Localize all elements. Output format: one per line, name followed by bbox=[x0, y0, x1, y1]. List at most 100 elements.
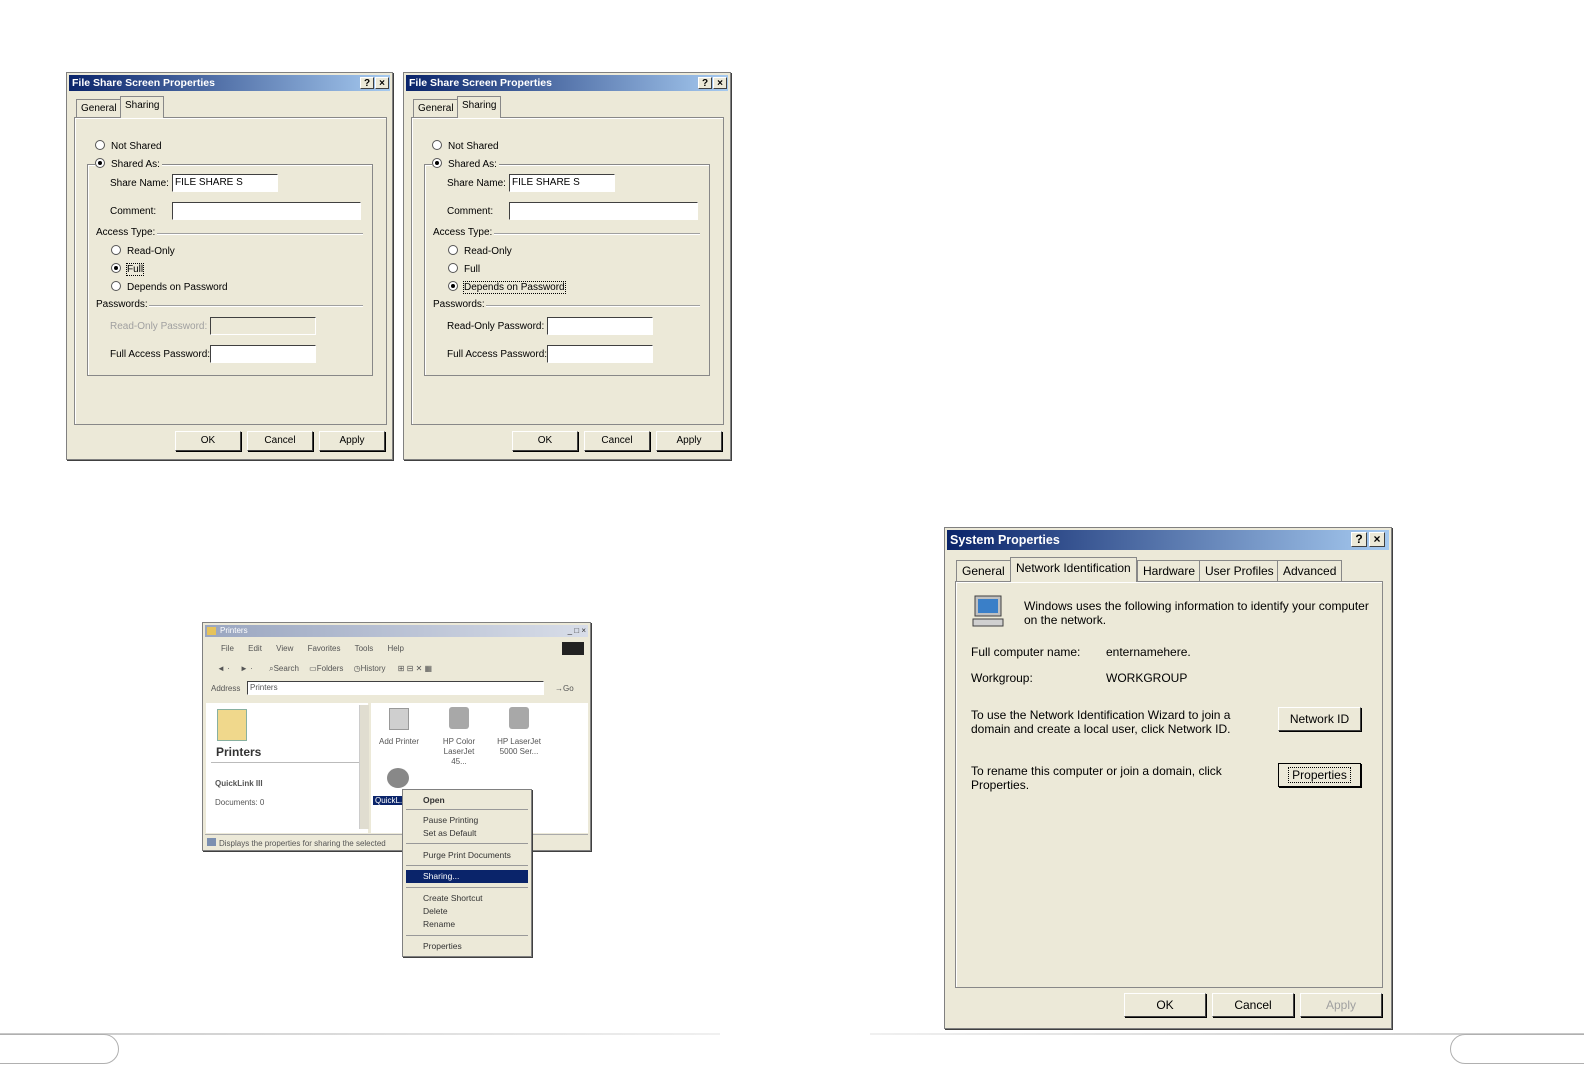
footer-tab-left bbox=[0, 1034, 119, 1064]
tab-general[interactable]: General bbox=[956, 560, 1011, 581]
menu-item-shortcut[interactable]: Create Shortcut bbox=[423, 893, 483, 903]
network-id-button[interactable]: Network ID bbox=[1278, 707, 1361, 731]
tab-advanced[interactable]: Advanced bbox=[1277, 560, 1343, 581]
share-name-label: Share Name: bbox=[110, 178, 169, 189]
read-only-radio[interactable]: Read-Only bbox=[111, 245, 175, 257]
share-name-input[interactable]: FILE SHARE S bbox=[509, 174, 615, 192]
radio-icon bbox=[111, 263, 121, 273]
full-radio[interactable]: Full bbox=[111, 263, 145, 276]
help-button[interactable]: ? bbox=[360, 77, 374, 89]
menu-item-purge[interactable]: Purge Print Documents bbox=[423, 850, 511, 860]
passwords-divider bbox=[149, 305, 363, 307]
cancel-button[interactable]: Cancel bbox=[1212, 993, 1294, 1017]
full-password-input[interactable] bbox=[547, 345, 653, 363]
radio-icon bbox=[95, 158, 105, 168]
depends-radio[interactable]: Depends on Password bbox=[111, 281, 228, 293]
menu-item-pause[interactable]: Pause Printing bbox=[423, 815, 478, 825]
icon-label-hp-color: HP Color LaserJet 45... bbox=[442, 737, 476, 766]
toolbar-extra-icons[interactable]: ⊞ ⊟ ✕ ▦ bbox=[398, 664, 432, 673]
ok-button[interactable]: OK bbox=[1124, 993, 1206, 1017]
properties-button[interactable]: Properties bbox=[1278, 763, 1361, 787]
go-label: Go bbox=[563, 684, 574, 693]
depends-radio[interactable]: Depends on Password bbox=[448, 281, 566, 294]
comment-input[interactable] bbox=[509, 202, 698, 220]
cancel-button[interactable]: Cancel bbox=[247, 431, 313, 451]
menu-bar: File Edit View Favorites Tools Help bbox=[221, 644, 416, 653]
share-name-input[interactable]: FILE SHARE S bbox=[172, 174, 278, 192]
ok-button[interactable]: OK bbox=[175, 431, 241, 451]
tab-sharing[interactable]: Sharing bbox=[120, 96, 165, 118]
menu-separator bbox=[406, 865, 528, 866]
windows-logo-icon bbox=[562, 642, 584, 655]
comment-input[interactable] bbox=[172, 202, 361, 220]
ok-button[interactable]: OK bbox=[512, 431, 578, 451]
menu-view[interactable]: View bbox=[276, 644, 293, 653]
menu-favorites[interactable]: Favorites bbox=[308, 644, 341, 653]
history-button[interactable]: ◷History bbox=[354, 664, 386, 673]
radio-icon bbox=[448, 281, 458, 291]
forward-icon[interactable]: ► · bbox=[240, 664, 253, 673]
tab-sharing[interactable]: Sharing bbox=[457, 96, 502, 118]
comment-label: Comment: bbox=[110, 206, 157, 217]
printer-icon[interactable] bbox=[509, 707, 529, 729]
add-printer-icon[interactable] bbox=[389, 708, 409, 730]
close-button[interactable]: × bbox=[713, 77, 727, 89]
address-input[interactable]: Printers bbox=[247, 681, 544, 695]
apply-button[interactable]: Apply bbox=[1300, 993, 1382, 1017]
back-icon[interactable]: ◄ · bbox=[217, 664, 230, 673]
close-button[interactable]: × bbox=[375, 77, 389, 89]
ro-password-label: Read-Only Password: bbox=[110, 321, 208, 332]
menu-item-delete[interactable]: Delete bbox=[423, 906, 448, 916]
not-shared-label: Not Shared bbox=[448, 141, 499, 152]
menu-item-rename[interactable]: Rename bbox=[423, 919, 455, 929]
passwords-divider bbox=[486, 305, 700, 307]
ro-password-input[interactable] bbox=[547, 317, 653, 335]
tab-network-identification[interactable]: Network Identification bbox=[1010, 557, 1137, 582]
printer-icon[interactable] bbox=[387, 768, 409, 788]
explorer-titlebar bbox=[205, 625, 588, 637]
workgroup-label: Workgroup: bbox=[971, 671, 1033, 685]
passwords-label: Passwords: bbox=[433, 299, 485, 310]
search-button[interactable]: ⌕Search bbox=[269, 664, 299, 673]
shared-as-radio[interactable]: Shared As: bbox=[95, 158, 162, 170]
menu-help[interactable]: Help bbox=[388, 644, 404, 653]
file-share-dialog-left: File Share Screen Properties ? × General… bbox=[66, 72, 393, 460]
tab-general[interactable]: General bbox=[76, 99, 122, 117]
folders-button[interactable]: ▭Folders bbox=[309, 664, 343, 673]
intro-text-line2: on the network. bbox=[1024, 613, 1107, 627]
printer-icon[interactable] bbox=[449, 707, 469, 729]
read-only-radio[interactable]: Read-Only bbox=[448, 245, 512, 257]
menu-file[interactable]: File bbox=[221, 644, 234, 653]
address-value: Printers bbox=[250, 683, 278, 692]
tab-user-profiles[interactable]: User Profiles bbox=[1199, 560, 1280, 581]
close-button[interactable]: × bbox=[1369, 532, 1385, 547]
access-type-label: Access Type: bbox=[96, 227, 156, 238]
menu-separator bbox=[406, 843, 528, 844]
menu-item-properties[interactable]: Properties bbox=[423, 941, 462, 951]
menu-item-sharing[interactable]: Sharing... bbox=[423, 871, 459, 881]
tab-general[interactable]: General bbox=[413, 99, 459, 117]
menu-item-default[interactable]: Set as Default bbox=[423, 828, 476, 838]
tab-hardware[interactable]: Hardware bbox=[1137, 560, 1202, 581]
help-button[interactable]: ? bbox=[698, 77, 712, 89]
go-button[interactable]: →Go bbox=[555, 684, 574, 693]
apply-button[interactable]: Apply bbox=[319, 431, 385, 451]
full-password-input[interactable] bbox=[210, 345, 316, 363]
left-scrollbar[interactable] bbox=[359, 705, 369, 829]
cancel-button[interactable]: Cancel bbox=[584, 431, 650, 451]
not-shared-radio[interactable]: Not Shared bbox=[432, 140, 499, 152]
shared-as-radio[interactable]: Shared As: bbox=[432, 158, 499, 170]
access-type-divider bbox=[494, 233, 700, 235]
window-controls[interactable]: _ □ × bbox=[568, 626, 586, 635]
apply-button[interactable]: Apply bbox=[656, 431, 722, 451]
help-button[interactable]: ? bbox=[1351, 532, 1367, 547]
menu-tools[interactable]: Tools bbox=[355, 644, 374, 653]
window-title: Printers bbox=[220, 626, 248, 635]
status-icon bbox=[207, 838, 216, 846]
not-shared-radio[interactable]: Not Shared bbox=[95, 140, 162, 152]
left-pane-docs: Documents: 0 bbox=[215, 798, 265, 807]
menu-item-open[interactable]: Open bbox=[423, 795, 445, 805]
menu-edit[interactable]: Edit bbox=[248, 644, 262, 653]
toolbar: ◄ · ► · ⌕Search ▭Folders ◷History ⊞ ⊟ ✕ … bbox=[217, 664, 432, 674]
full-radio[interactable]: Full bbox=[448, 263, 480, 275]
